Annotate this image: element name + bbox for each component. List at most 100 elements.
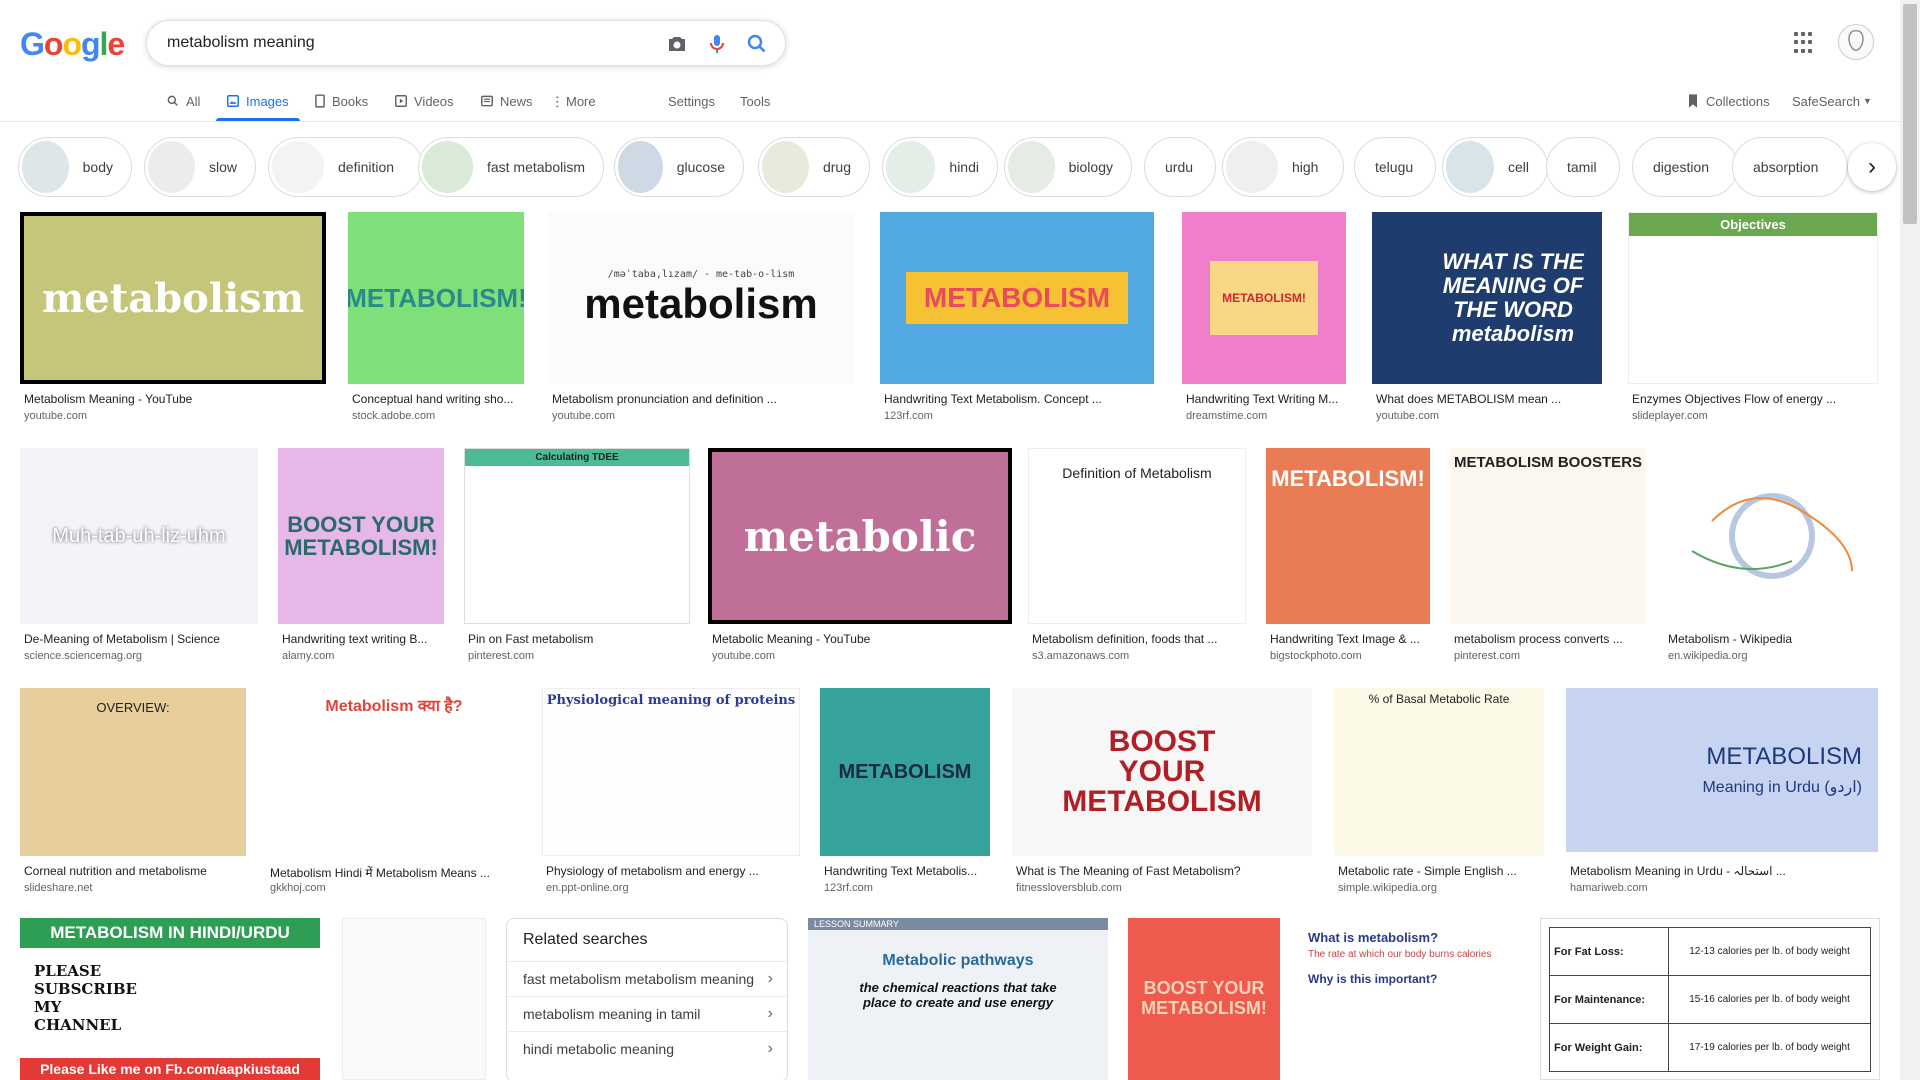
result-image[interactable] <box>342 918 486 1080</box>
image-result[interactable]: METABOLISM Meaning in Urdu (اردو) Metabo… <box>1566 688 1878 898</box>
microphone-icon[interactable] <box>705 32 729 56</box>
image-result[interactable]: LESSON SUMMARY Metabolic pathways the ch… <box>808 918 1108 1080</box>
result-image[interactable]: Calculating TDEE <box>464 448 690 624</box>
tab-videos[interactable]: Videos <box>394 90 454 112</box>
chip-telugu[interactable]: telugu <box>1354 137 1436 197</box>
result-image[interactable]: BOOST YOUR METABOLISM! <box>278 448 444 624</box>
chip-cell[interactable]: cell <box>1442 137 1548 197</box>
search-input[interactable]: metabolism meaning <box>167 34 315 52</box>
image-result[interactable]: Calculating TDEE Pin on Fast metabolism … <box>464 448 690 666</box>
chip-absorption[interactable]: absorption <box>1732 137 1848 197</box>
image-result[interactable]: METABOLISM! Conceptual hand writing sho.… <box>348 212 524 426</box>
result-image[interactable]: METABOLISM BOOSTERS <box>1450 448 1646 624</box>
image-result[interactable]: METABOLISM BOOSTERS metabolism process c… <box>1450 448 1646 666</box>
result-caption[interactable]: Handwriting Text Writing M... <box>1186 392 1346 406</box>
camera-icon[interactable] <box>665 32 689 56</box>
tab-more[interactable]: ⋯ More <box>550 90 596 112</box>
result-caption[interactable]: Metabolism definition, foods that ... <box>1032 632 1244 646</box>
result-caption[interactable]: Metabolism Hindi में Metabolism Means ..… <box>270 864 520 881</box>
chip-biology[interactable]: biology <box>1004 137 1132 197</box>
result-image[interactable]: Metabolism क्या है? <box>266 688 522 856</box>
image-result[interactable]: For Fat Loss: 12-13 calories per lb. of b… <box>1540 918 1880 1080</box>
result-image[interactable]: Physiological meaning of proteins <box>542 688 800 856</box>
result-caption[interactable]: Metabolism Meaning in Urdu - استحالہ ... <box>1570 864 1876 878</box>
result-image[interactable]: METABOLISM! <box>348 212 524 384</box>
result-caption[interactable]: Enzymes Objectives Flow of energy ... <box>1632 392 1876 406</box>
result-image[interactable]: METABOLISM! <box>1182 212 1346 384</box>
related-search-item[interactable]: hindi metabolic meaning › <box>507 1031 787 1066</box>
result-image[interactable]: % of Basal Metabolic Rate <box>1334 688 1544 856</box>
image-result[interactable]: BOOST YOUR METABOLISM What is The Meanin… <box>1012 688 1312 898</box>
chip-drug[interactable]: drug <box>758 137 870 197</box>
image-result[interactable]: METABOLISM! Handwriting Text Writing M..… <box>1182 212 1346 426</box>
tab-books[interactable]: Books <box>314 90 368 112</box>
chip-glucose[interactable]: glucose <box>614 137 744 197</box>
image-result[interactable]: Objectives Enzymes Objectives Flow of en… <box>1628 212 1878 426</box>
result-caption[interactable]: Metabolic rate - Simple English ... <box>1338 864 1542 878</box>
tab-images[interactable]: Images <box>226 90 289 112</box>
result-image[interactable] <box>1664 448 1880 624</box>
result-image[interactable]: METABOLISM Meaning in Urdu (اردو) <box>1566 688 1878 852</box>
chip-body[interactable]: body <box>18 137 132 197</box>
result-image[interactable]: LESSON SUMMARY Metabolic pathways the ch… <box>808 918 1108 1080</box>
chip-fast-metabolism[interactable]: fast metabolism <box>418 137 604 197</box>
result-caption[interactable]: Corneal nutrition and metabolisme <box>24 864 244 878</box>
result-image[interactable]: BOOST YOUR METABOLISM <box>1012 688 1312 856</box>
result-image[interactable]: Definition of Metabolism <box>1028 448 1246 624</box>
account-avatar[interactable] <box>1838 24 1874 60</box>
result-caption[interactable]: Handwriting Text Metabolism. Concept ... <box>884 392 1152 406</box>
image-result[interactable]: metabolic Metabolic Meaning - YouTube yo… <box>708 448 1012 666</box>
image-result[interactable]: Definition of Metabolism Metabolism defi… <box>1028 448 1246 666</box>
settings-link[interactable]: Settings <box>668 90 715 112</box>
chip-digestion[interactable]: digestion <box>1632 137 1738 197</box>
result-caption[interactable]: What is The Meaning of Fast Metabolism? <box>1016 864 1310 878</box>
result-caption[interactable]: Metabolism - Wikipedia <box>1668 632 1878 646</box>
image-result[interactable]: Metabolism - Wikipedia en.wikipedia.org <box>1664 448 1880 666</box>
tab-news[interactable]: News <box>480 90 533 112</box>
collections-link[interactable]: Collections <box>1686 90 1770 112</box>
chip-hindi[interactable]: hindi <box>882 137 998 197</box>
result-caption[interactable]: metabolism process converts ... <box>1454 632 1644 646</box>
scrollbar-thumb[interactable] <box>1903 4 1917 224</box>
image-result[interactable]: % of Basal Metabolic Rate Metabolic rate… <box>1334 688 1544 898</box>
image-result[interactable]: BOOST YOUR METABOLISM! <box>1128 918 1280 1080</box>
result-caption[interactable]: Metabolism pronunciation and definition … <box>552 392 852 406</box>
result-image[interactable]: METABOLISM <box>820 688 990 856</box>
image-result[interactable]: METABOLISM Handwriting Text Metabolism. … <box>880 212 1154 426</box>
image-result[interactable]: What is metabolism? The rate at which ou… <box>1300 918 1520 1080</box>
result-image[interactable]: METABOLISM! <box>1266 448 1430 624</box>
related-search-item[interactable]: fast metabolism metabolism meaning › <box>507 961 787 996</box>
result-image[interactable]: BOOST YOUR METABOLISM! <box>1128 918 1280 1080</box>
tools-link[interactable]: Tools <box>740 90 770 112</box>
result-image[interactable]: /məˈtaba,lızam/ - me-tab-o-lism metaboli… <box>548 212 854 384</box>
result-image[interactable]: OVERVIEW: <box>20 688 246 856</box>
result-caption[interactable]: Metabolism Meaning - YouTube <box>24 392 324 406</box>
image-result[interactable]: WHAT IS THE MEANING OF THE WORD metaboli… <box>1372 212 1602 426</box>
result-caption[interactable]: Handwriting text writing B... <box>282 632 442 646</box>
result-caption[interactable]: Pin on Fast metabolism <box>468 632 688 646</box>
result-image[interactable]: metabolism <box>20 212 326 384</box>
page-scrollbar[interactable] <box>1900 0 1920 1080</box>
result-image[interactable]: What is metabolism? The rate at which ou… <box>1300 918 1520 1080</box>
result-image[interactable]: metabolic <box>708 448 1012 624</box>
result-image[interactable]: Objectives <box>1628 212 1878 384</box>
result-caption[interactable]: Conceptual hand writing sho... <box>352 392 522 406</box>
search-box[interactable]: metabolism meaning <box>146 20 786 66</box>
result-image[interactable]: METABOLISM <box>880 212 1154 384</box>
image-result[interactable]: BOOST YOUR METABOLISM! Handwriting text … <box>278 448 444 666</box>
chip-high[interactable]: high <box>1222 137 1344 197</box>
safesearch-dropdown[interactable]: SafeSearch ▼ <box>1792 90 1872 112</box>
image-result[interactable]: METABOLISM Handwriting Text Metabolis...… <box>820 688 990 898</box>
image-result[interactable]: Metabolism क्या है? Metabolism Hindi में… <box>266 688 522 898</box>
tab-all[interactable]: All <box>166 90 200 112</box>
result-caption[interactable]: What does METABOLISM mean ... <box>1376 392 1600 406</box>
result-caption[interactable]: Handwriting Text Metabolis... <box>824 864 988 878</box>
image-result[interactable]: Physiological meaning of proteins Physio… <box>542 688 800 898</box>
chip-slow[interactable]: slow <box>144 137 256 197</box>
related-search-item[interactable]: metabolism meaning in tamil › <box>507 996 787 1031</box>
chip-urdu[interactable]: urdu <box>1144 137 1216 197</box>
image-result[interactable] <box>342 918 486 1080</box>
result-caption[interactable]: Metabolic Meaning - YouTube <box>712 632 1010 646</box>
result-caption[interactable]: De-Meaning of Metabolism | Science <box>24 632 256 646</box>
image-result[interactable]: /məˈtaba,lızam/ - me-tab-o-lism metaboli… <box>548 212 854 426</box>
